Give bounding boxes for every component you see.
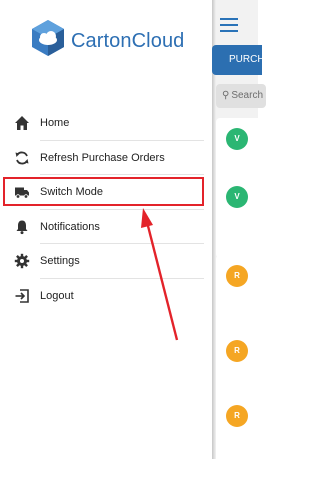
menu-item-label: Logout	[40, 289, 74, 302]
refresh-icon	[15, 151, 29, 165]
drawer-menu: Home Refresh Purchase Orders Switch Mode	[0, 106, 212, 313]
menu-item-label: Home	[40, 117, 70, 130]
list-item[interactable]: V	[216, 176, 266, 258]
menu-item-label: Notifications	[40, 220, 100, 233]
main-screen: PURCHASE ⚲Search V V R R R	[212, 0, 266, 477]
brand-name: CartonCloud	[71, 30, 185, 52]
search-icon: ⚲	[222, 90, 230, 101]
search-placeholder: Search	[231, 90, 264, 101]
status-badge: V	[226, 128, 248, 150]
menu-item-label: Refresh Purchase Orders	[40, 151, 165, 164]
logout-icon	[15, 288, 29, 303]
navigation-drawer: CartonCloud Home Refresh Purchase Orders	[0, 0, 212, 459]
menu-item-settings[interactable]: Settings	[0, 244, 212, 279]
list-item[interactable]: R	[216, 255, 266, 337]
home-icon	[15, 116, 29, 131]
status-badge: R	[226, 265, 248, 287]
status-badge: R	[226, 340, 248, 362]
cube-cloud-icon	[32, 20, 64, 56]
menu-item-notifications[interactable]: Notifications	[0, 210, 212, 244]
cartoncloud-logo: CartonCloud	[28, 18, 198, 64]
list-item[interactable]: R	[216, 395, 266, 477]
hamburger-menu-icon[interactable]	[220, 18, 238, 32]
status-badge: V	[226, 186, 248, 208]
status-badge: R	[226, 405, 248, 427]
search-input[interactable]: ⚲ Search	[216, 84, 266, 108]
purchase-orders-tab[interactable]: PURCHASE	[212, 45, 262, 75]
menu-item-refresh-purchase-orders[interactable]: Refresh Purchase Orders	[0, 141, 212, 175]
switch-mode-highlight-box	[3, 177, 204, 206]
menu-item-home[interactable]: Home	[0, 106, 212, 141]
gear-icon	[14, 254, 30, 269]
menu-item-label: Settings	[40, 255, 80, 268]
menu-item-logout[interactable]: Logout	[0, 279, 212, 314]
bell-icon	[16, 220, 28, 234]
